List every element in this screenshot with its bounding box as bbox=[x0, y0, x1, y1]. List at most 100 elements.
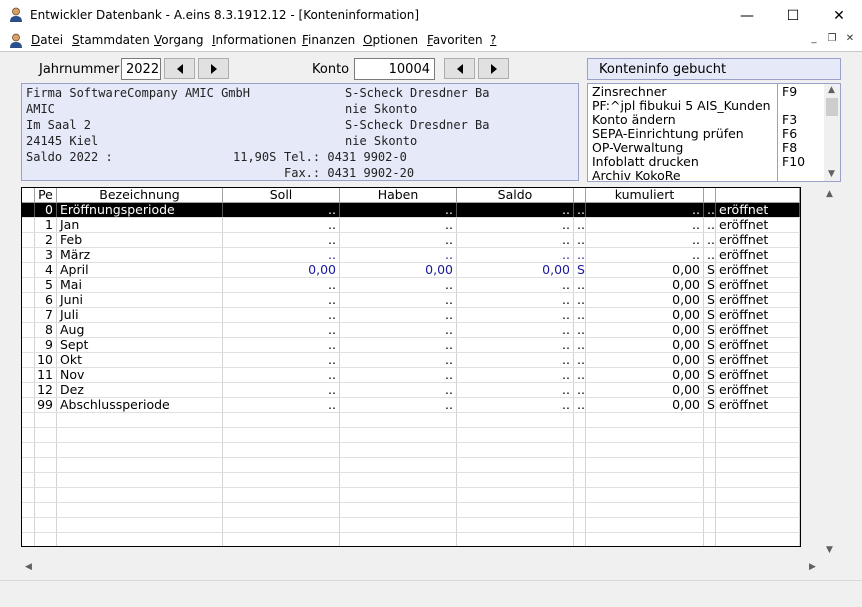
col-header-kum-sign[interactable] bbox=[704, 188, 716, 203]
table-vertical-scrollbar[interactable]: ▲ ▼ bbox=[822, 187, 839, 559]
cell-pe bbox=[35, 428, 57, 442]
cell-saldo: .. bbox=[457, 203, 574, 217]
table-row[interactable]: 12 Dez........ 0,00 Seröffnet bbox=[22, 383, 800, 398]
empty-table-row[interactable] bbox=[22, 458, 800, 473]
empty-table-row[interactable] bbox=[22, 488, 800, 503]
cell-s2 bbox=[704, 518, 716, 532]
menu-optionen[interactable]: Optionen bbox=[363, 33, 418, 47]
jahrnummer-input[interactable]: 2022 bbox=[121, 58, 161, 80]
row-indicator bbox=[22, 338, 35, 352]
mdi-user-icon[interactable] bbox=[9, 33, 23, 49]
scroll-thumb[interactable] bbox=[826, 98, 838, 116]
col-header-periode[interactable]: Pe bbox=[35, 188, 57, 203]
scroll-down-icon[interactable]: ▼ bbox=[828, 169, 835, 179]
info-fax: Fax.: 0431 9902-20 bbox=[284, 166, 415, 180]
cell-saldo bbox=[457, 458, 574, 472]
empty-table-row[interactable] bbox=[22, 518, 800, 533]
table-row[interactable]: 5 Mai........ 0,00 Seröffnet bbox=[22, 278, 800, 293]
action-sepa-pruefen[interactable]: SEPA-Einrichtung prüfen F6 bbox=[588, 127, 824, 141]
action-konto-aendern[interactable]: Konto ändern F3 bbox=[588, 113, 824, 127]
konto-next-button[interactable] bbox=[478, 58, 509, 79]
mdi-restore-button[interactable]: ❐ bbox=[824, 33, 840, 48]
table-row[interactable]: 0 Eröffnungsperiode............ eröffnet bbox=[22, 203, 800, 218]
col-header-saldo-sign[interactable] bbox=[574, 188, 586, 203]
cell-s2 bbox=[704, 413, 716, 427]
table-row[interactable]: 3 März............ eröffnet bbox=[22, 248, 800, 263]
empty-table-row[interactable] bbox=[22, 503, 800, 518]
scroll-up-icon[interactable]: ▲ bbox=[826, 189, 833, 199]
menu-datei[interactable]: Datei bbox=[31, 33, 63, 47]
table-row[interactable]: 10 Okt........ 0,00 Seröffnet bbox=[22, 353, 800, 368]
cell-s1: .. bbox=[574, 308, 586, 322]
table-row[interactable]: 9 Sept........ 0,00 Seröffnet bbox=[22, 338, 800, 353]
cell-s1: .. bbox=[574, 278, 586, 292]
empty-table-row[interactable] bbox=[22, 473, 800, 488]
action-list-scrollbar[interactable]: ▲ ▼ bbox=[824, 84, 840, 181]
arrow-right-icon bbox=[210, 63, 217, 74]
cell-s1: S bbox=[574, 263, 586, 277]
col-header-saldo[interactable]: Saldo bbox=[457, 188, 574, 203]
action-pf-fibukui[interactable]: PF:^jpl fibukui 5 AIS_Kunden bbox=[588, 99, 824, 113]
col-header-soll[interactable]: Soll bbox=[223, 188, 340, 203]
row-indicator-header bbox=[22, 188, 35, 203]
scroll-left-icon[interactable]: ◀ bbox=[25, 562, 32, 572]
konto-input[interactable]: 10004 bbox=[354, 58, 435, 80]
cell-saldo: .. bbox=[457, 233, 574, 247]
table-row[interactable]: 8 Aug........ 0,00 Seröffnet bbox=[22, 323, 800, 338]
konto-label: Konto bbox=[312, 62, 350, 77]
cell-kum bbox=[586, 413, 704, 427]
cell-haben bbox=[340, 413, 457, 427]
table-row[interactable]: 1 Jan............ eröffnet bbox=[22, 218, 800, 233]
mdi-minimize-button[interactable]: _ bbox=[806, 33, 822, 48]
table-row[interactable]: 11 Nov........ 0,00 Seröffnet bbox=[22, 368, 800, 383]
cell-s1 bbox=[574, 503, 586, 517]
scroll-up-icon[interactable]: ▲ bbox=[828, 85, 835, 95]
mdi-close-button[interactable]: ✕ bbox=[842, 33, 858, 48]
col-header-status[interactable] bbox=[716, 188, 800, 203]
cell-s1: .. bbox=[574, 248, 586, 262]
menu-finanzen[interactable]: Finanzen bbox=[302, 33, 355, 47]
table-horizontal-scrollbar[interactable]: ◀ ▶ bbox=[21, 559, 821, 576]
cell-pe: 4 bbox=[35, 263, 57, 277]
empty-table-row[interactable] bbox=[22, 533, 800, 546]
cell-status: eröffnet bbox=[716, 338, 800, 352]
minimize-button[interactable]: — bbox=[724, 0, 770, 31]
action-infoblatt-drucken[interactable]: Infoblatt drucken F10 bbox=[588, 155, 824, 169]
action-archiv-kokore[interactable]: Archiv KokoRe bbox=[588, 169, 824, 181]
menu-vorgang[interactable]: Vorgang bbox=[154, 33, 204, 47]
menu-stammdaten[interactable]: Stammdaten bbox=[72, 33, 150, 47]
action-op-verwaltung[interactable]: OP-Verwaltung F8 bbox=[588, 141, 824, 155]
row-indicator bbox=[22, 218, 35, 232]
col-header-kumuliert[interactable]: kumuliert bbox=[586, 188, 704, 203]
menu-help[interactable]: ? bbox=[490, 33, 496, 47]
jahr-next-button[interactable] bbox=[198, 58, 229, 79]
close-button[interactable]: ✕ bbox=[816, 0, 862, 31]
row-indicator bbox=[22, 353, 35, 367]
empty-table-row[interactable] bbox=[22, 413, 800, 428]
scroll-down-icon[interactable]: ▼ bbox=[826, 545, 833, 555]
row-indicator bbox=[22, 278, 35, 292]
menu-favoriten[interactable]: Favoriten bbox=[427, 33, 483, 47]
menu-informationen[interactable]: Informationen bbox=[212, 33, 296, 47]
col-header-haben[interactable]: Haben bbox=[340, 188, 457, 203]
jahr-prev-button[interactable] bbox=[164, 58, 195, 79]
cell-haben: .. bbox=[340, 233, 457, 247]
col-header-bezeichnung[interactable]: Bezeichnung bbox=[57, 188, 223, 203]
table-row[interactable]: 6 Juni........ 0,00 Seröffnet bbox=[22, 293, 800, 308]
info-line-4: 24145 Kiel bbox=[26, 134, 99, 148]
table-row[interactable]: 7 Juli........ 0,00 Seröffnet bbox=[22, 308, 800, 323]
cell-haben bbox=[340, 428, 457, 442]
empty-table-row[interactable] bbox=[22, 443, 800, 458]
table-row[interactable]: 4 April 0,00 0,00 0,00 S 0,00 Seröffnet bbox=[22, 263, 800, 278]
table-row[interactable]: 99 Abschlussperiode........ 0,00 Seröffnet bbox=[22, 398, 800, 413]
table-row[interactable]: 2 Feb............ eröffnet bbox=[22, 233, 800, 248]
maximize-button[interactable]: ☐ bbox=[770, 0, 816, 31]
scroll-right-icon[interactable]: ▶ bbox=[809, 562, 816, 572]
empty-table-row[interactable] bbox=[22, 428, 800, 443]
cell-s2: S bbox=[704, 398, 716, 412]
cell-haben bbox=[340, 518, 457, 532]
action-zinsrechner[interactable]: Zinsrechner F9 bbox=[588, 85, 824, 99]
app-user-icon[interactable] bbox=[9, 7, 23, 23]
cell-saldo bbox=[457, 533, 574, 546]
konto-prev-button[interactable] bbox=[444, 58, 475, 79]
